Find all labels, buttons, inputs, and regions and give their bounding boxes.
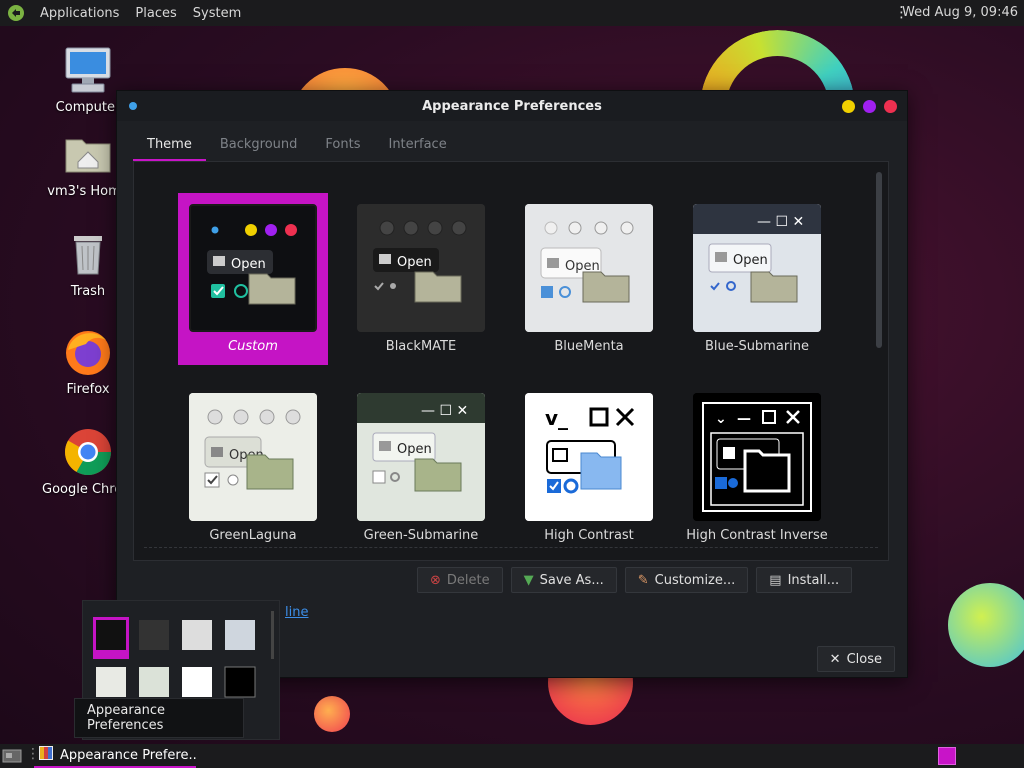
- minimize-icon[interactable]: [842, 100, 855, 113]
- theme-name: High Contrast Inverse: [686, 528, 828, 543]
- thumb-open-label: Open: [231, 257, 266, 272]
- close-label: Close: [846, 651, 882, 667]
- appearance-app-icon: [38, 745, 54, 765]
- theme-item-high-contrast-inverse[interactable]: ⌄ — High Contrast Inverse: [682, 382, 832, 554]
- chrome-icon: [62, 426, 114, 478]
- taskbar-button-label: Appearance Prefere...: [60, 747, 196, 763]
- theme-thumbnail: Open: [189, 393, 317, 521]
- window-menu-icon[interactable]: [129, 102, 137, 110]
- computer-icon: [62, 44, 114, 96]
- appearance-preferences-window: Appearance Preferences Theme Background …: [116, 90, 908, 678]
- save-as-button[interactable]: ▼ Save As...: [510, 567, 617, 593]
- bottom-panel: ⋮ Appearance Prefere...: [0, 744, 1024, 768]
- window-title: Appearance Preferences: [422, 98, 602, 114]
- theme-thumbnail: ⌄ —: [693, 393, 821, 521]
- close-icon[interactable]: [884, 100, 897, 113]
- theme-item-blackmate[interactable]: Open BlackMATE: [346, 193, 496, 365]
- theme-item-green-submarine[interactable]: — ☐ ✕ Open Green-Submarine: [346, 382, 496, 554]
- workspace-switcher[interactable]: [938, 747, 956, 765]
- theme-name: Custom: [228, 339, 278, 354]
- trash-icon: [62, 228, 114, 280]
- theme-thumbnail: v_: [525, 393, 653, 521]
- tab-fonts[interactable]: Fonts: [311, 131, 374, 161]
- save-as-label: Save As...: [539, 572, 604, 588]
- svg-text:⌄: ⌄: [715, 411, 727, 427]
- theme-item-custom[interactable]: Open Custom: [178, 193, 328, 365]
- theme-item-blue-submarine[interactable]: — ☐ ✕ Open Blue-Submarine: [682, 193, 832, 365]
- firefox-icon: [62, 326, 114, 378]
- install-icon: ▤: [769, 572, 782, 588]
- show-desktop-icon[interactable]: [2, 747, 22, 765]
- tab-bar: Theme Background Fonts Interface: [133, 131, 461, 161]
- customize-icon: ✎: [637, 572, 649, 588]
- taskbar-tooltip: Appearance Preferences: [74, 698, 244, 738]
- delete-label: Delete: [446, 572, 490, 588]
- theme-thumbnail: Open: [357, 204, 485, 332]
- save-icon: ▼: [523, 572, 534, 588]
- online-themes-link[interactable]: line: [285, 605, 308, 620]
- tab-interface[interactable]: Interface: [374, 131, 460, 161]
- theme-list: Open Custom Open BlackMATE Open BlueMent…: [133, 161, 889, 561]
- theme-thumbnail: — ☐ ✕ Open: [357, 393, 485, 521]
- thumb-open-label: Open: [397, 255, 432, 270]
- thumb-open-label: Open: [397, 442, 432, 457]
- titlebar[interactable]: Appearance Preferences: [117, 91, 907, 121]
- theme-thumbnail: Open: [525, 204, 653, 332]
- thumb-open-label: Open: [733, 253, 768, 268]
- theme-name: High Contrast: [544, 528, 634, 543]
- wallpaper-circle: [948, 583, 1024, 667]
- theme-item-greenlaguna[interactable]: Open GreenLaguna: [178, 382, 328, 554]
- theme-name: Blue-Submarine: [704, 339, 810, 354]
- mate-logo-icon[interactable]: [6, 3, 26, 23]
- customize-button[interactable]: ✎ Customize...: [624, 567, 749, 593]
- theme-name: BlackMATE: [385, 339, 457, 354]
- wallpaper-circle: [314, 696, 350, 732]
- customize-label: Customize...: [654, 572, 736, 588]
- install-button[interactable]: ▤ Install...: [756, 567, 853, 593]
- svg-text:—: —: [737, 411, 751, 427]
- theme-thumbnail: Open: [189, 204, 317, 332]
- divider: [144, 547, 878, 548]
- theme-name: Green-Submarine: [363, 528, 479, 543]
- svg-text:— ☐ ✕: — ☐ ✕: [757, 214, 804, 230]
- theme-name: GreenLaguna: [209, 528, 297, 543]
- svg-text:— ☐ ✕: — ☐ ✕: [421, 403, 468, 419]
- theme-item-bluementa[interactable]: Open BlueMenta: [514, 193, 664, 365]
- home-folder-icon: [62, 128, 114, 180]
- svg-text:v_: v_: [545, 406, 568, 430]
- maximize-icon[interactable]: [863, 100, 876, 113]
- tab-background[interactable]: Background: [206, 131, 312, 161]
- install-label: Install...: [787, 572, 840, 588]
- action-buttons: ⊗ Delete ▼ Save As... ✎ Customize... ▤ I…: [417, 567, 853, 593]
- menu-applications[interactable]: Applications: [32, 6, 127, 21]
- theme-thumbnail: — ☐ ✕ Open: [693, 204, 821, 332]
- menu-system[interactable]: System: [185, 6, 249, 21]
- delete-button[interactable]: ⊗ Delete: [417, 567, 503, 593]
- close-x-icon: ✕: [829, 651, 841, 667]
- theme-list-scrollbar[interactable]: [876, 172, 882, 348]
- delete-icon: ⊗: [430, 572, 441, 588]
- taskbar-button-appearance[interactable]: Appearance Prefere...: [34, 744, 196, 768]
- theme-item-high-contrast[interactable]: v_ High Contrast: [514, 382, 664, 554]
- theme-name: BlueMenta: [554, 339, 624, 354]
- close-button[interactable]: ✕ Close: [816, 646, 895, 672]
- clock[interactable]: Wed Aug 9, 09:46: [902, 5, 1018, 20]
- tab-theme[interactable]: Theme: [133, 131, 206, 161]
- menu-places[interactable]: Places: [127, 6, 184, 21]
- top-panel: Applications Places System ⋮ Wed Aug 9, …: [0, 0, 1024, 26]
